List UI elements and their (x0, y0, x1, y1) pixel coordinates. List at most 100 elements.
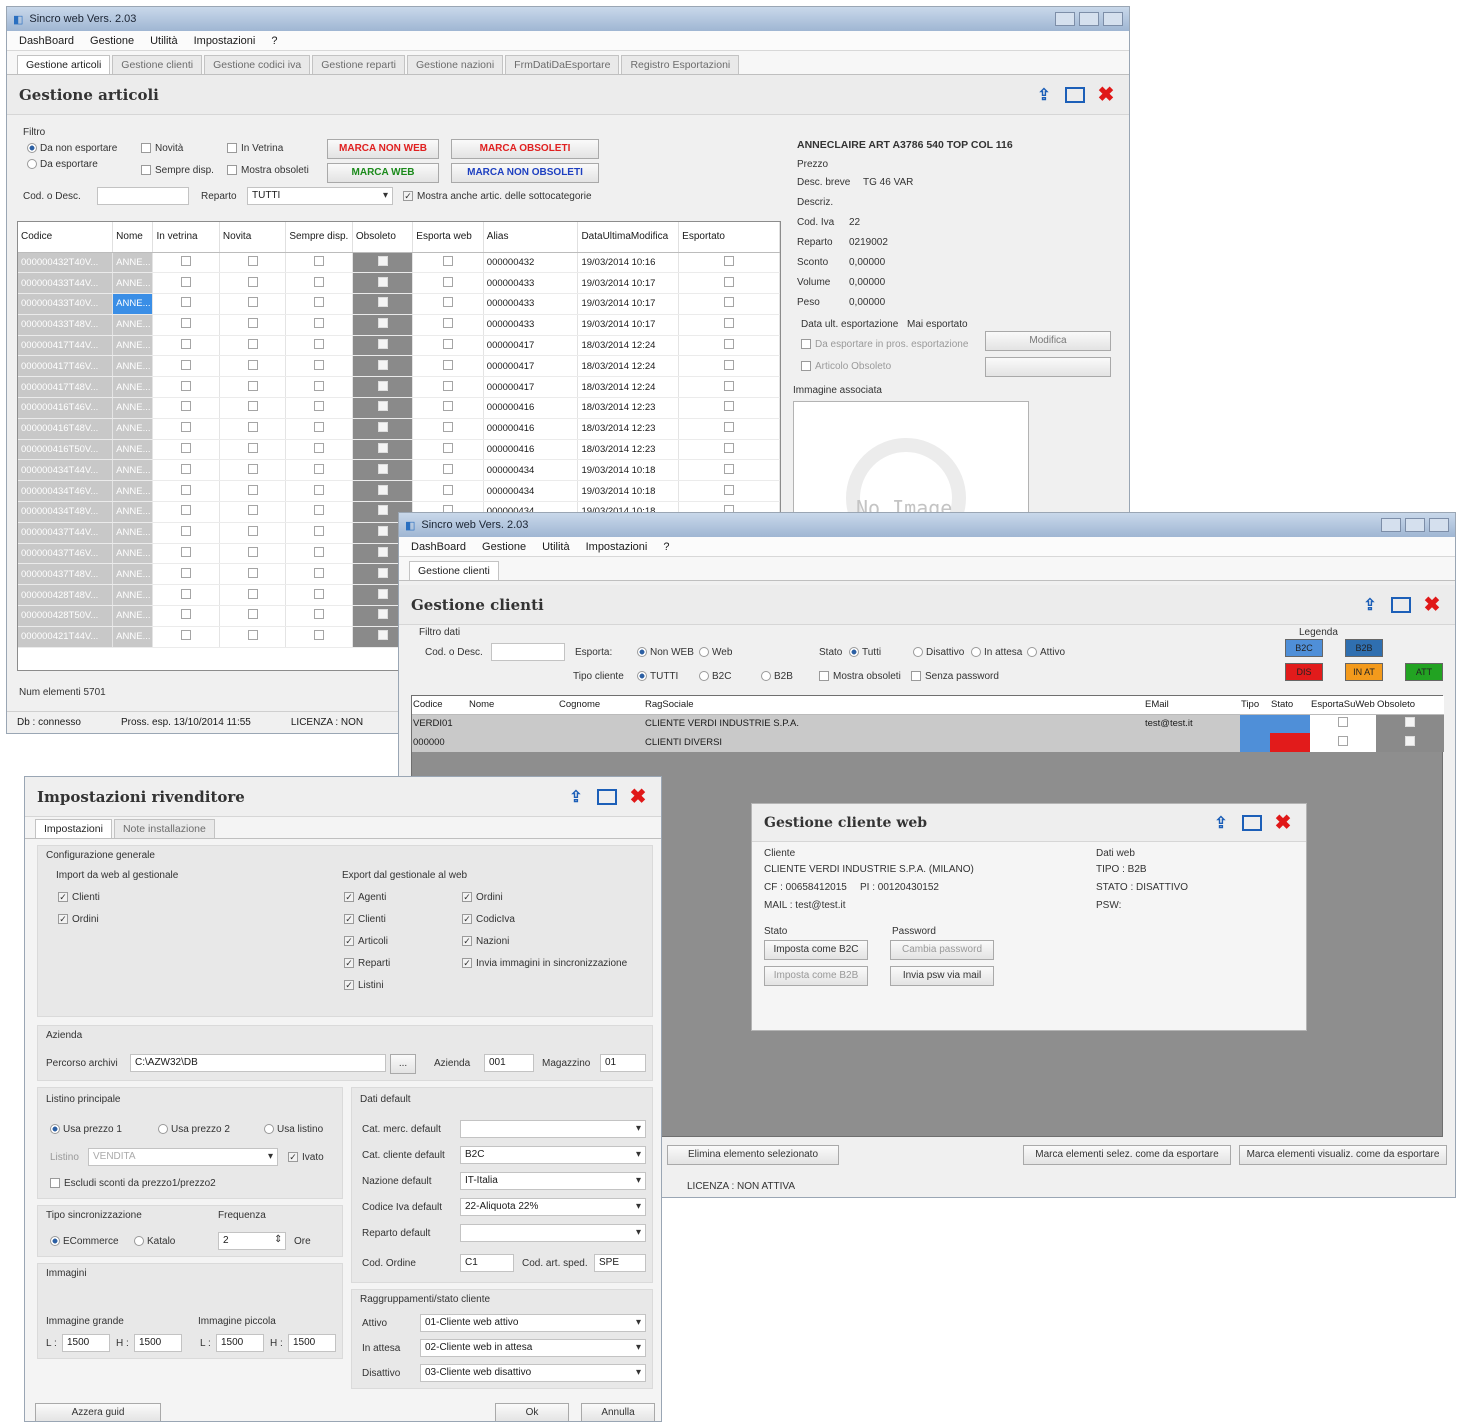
cell-obsoleto[interactable] (352, 355, 414, 378)
checkbox[interactable] (377, 318, 388, 329)
menu-help[interactable]: ? (663, 541, 669, 553)
checkbox[interactable] (181, 276, 192, 287)
menu-impostazioni[interactable]: Impostazioni (586, 541, 648, 553)
radio-stato-tutti[interactable]: Tutti (849, 647, 881, 658)
table-row[interactable]: 000000434T46V... ANNE... 000000434 19/03/20… (18, 480, 780, 503)
cell-checkbox[interactable] (285, 272, 353, 295)
checkbox[interactable] (181, 526, 192, 537)
checkbox[interactable] (181, 380, 192, 391)
checkbox[interactable] (181, 443, 192, 454)
checkbox[interactable] (247, 443, 258, 454)
checkbox[interactable] (377, 401, 388, 412)
col-nome[interactable]: Nome (468, 696, 558, 715)
col-tipo[interactable]: Tipo (1240, 696, 1270, 715)
checkbox[interactable] (443, 463, 454, 474)
menu-dashboard[interactable]: DashBoard (411, 541, 466, 553)
chk-mostra-obsoleti[interactable]: Mostra obsoleti (819, 671, 901, 682)
cell-checkbox[interactable] (285, 584, 353, 607)
marca-non-obsoleti-button[interactable]: MARCA NON OBSOLETI (451, 163, 599, 183)
img-grande-h-input[interactable]: 1500 (134, 1334, 182, 1352)
radio-stato-attivo[interactable]: Attivo (1027, 647, 1065, 658)
menu-help[interactable]: ? (271, 35, 277, 47)
checkbox[interactable] (247, 463, 258, 474)
checkbox[interactable] (247, 318, 258, 329)
cell-obsoleto[interactable] (352, 272, 414, 295)
col-ragsociale[interactable]: RagSociale (644, 696, 1144, 715)
col-codice[interactable]: Codice (18, 222, 114, 253)
col-esporta-su-web[interactable]: EsportaSuWeb (1310, 696, 1376, 715)
tab-gestione-clienti[interactable]: Gestione clienti (112, 55, 203, 74)
checkbox[interactable] (247, 339, 258, 350)
chk-export-item[interactable]: Reparti (344, 958, 390, 969)
checkbox[interactable] (443, 401, 454, 412)
maximize-icon[interactable] (1242, 814, 1262, 831)
cell-checkbox[interactable] (285, 439, 353, 461)
cell-checkbox[interactable] (152, 584, 220, 607)
raggr-select[interactable]: 02-Cliente web in attesa (420, 1339, 646, 1357)
img-piccola-h-input[interactable]: 1500 (288, 1334, 336, 1352)
checkbox[interactable] (724, 401, 735, 412)
cell-checkbox[interactable] (152, 501, 220, 523)
tab-note-installazione[interactable]: Note installazione (113, 819, 215, 838)
cell-esporta-web[interactable] (412, 376, 484, 399)
col-stato[interactable]: Stato (1270, 696, 1310, 715)
radio-stato-in-attesa[interactable]: In attesa (971, 647, 1022, 658)
tab-impostazioni[interactable]: Impostazioni (35, 819, 112, 838)
table-row[interactable]: 000000417T44V... ANNE... 000000417 18/03/20… (18, 335, 780, 357)
cell-checkbox[interactable] (219, 314, 287, 336)
cell-checkbox[interactable] (285, 543, 353, 565)
cell-checkbox[interactable] (152, 418, 220, 440)
checkbox[interactable] (247, 380, 258, 391)
checkbox[interactable] (377, 547, 388, 558)
cell-checkbox[interactable] (285, 397, 353, 419)
cell-esportato[interactable] (678, 480, 780, 503)
cell-esporta-web[interactable] (412, 335, 484, 357)
cell-checkbox[interactable] (285, 459, 353, 482)
checkbox[interactable] (314, 484, 325, 495)
cell-esporta-web[interactable] (412, 314, 484, 336)
img-piccola-l-input[interactable]: 1500 (216, 1334, 264, 1352)
menu-dashboard[interactable]: DashBoard (19, 35, 74, 47)
col-cognome[interactable]: Cognome (558, 696, 644, 715)
marca-obsoleti-button[interactable]: MARCA OBSOLETI (451, 139, 599, 159)
table-row[interactable]: 000000434T44V... ANNE... 000000434 19/03/20… (18, 459, 780, 482)
cell-esporta[interactable] (1310, 733, 1376, 752)
checkbox[interactable] (443, 443, 454, 454)
modifica-button[interactable]: Modifica (985, 331, 1111, 351)
checkbox[interactable] (443, 484, 454, 495)
close-window-button[interactable] (1103, 12, 1123, 26)
chk-senza-password[interactable]: Senza password (911, 671, 999, 682)
invia-password-button[interactable]: Invia psw via mail (890, 966, 994, 986)
checkbox[interactable] (181, 547, 192, 558)
cell-obsoleto[interactable] (352, 335, 414, 357)
cell-esporta-web[interactable] (412, 293, 484, 315)
cell-esporta-web[interactable] (412, 459, 484, 482)
checkbox[interactable] (377, 609, 388, 620)
checkbox[interactable] (181, 318, 192, 329)
annulla-button[interactable]: Annulla (581, 1403, 655, 1421)
cell-obsoleto[interactable] (352, 418, 414, 440)
img-grande-l-input[interactable]: 1500 (62, 1334, 110, 1352)
checkbox[interactable] (1405, 717, 1415, 728)
checkbox[interactable] (314, 588, 325, 599)
checkbox[interactable] (247, 484, 258, 495)
col-alias[interactable]: Alias (483, 222, 579, 253)
cell-checkbox[interactable] (152, 459, 220, 482)
checkbox[interactable] (377, 567, 388, 578)
default-select[interactable] (460, 1224, 646, 1242)
radio-usa-listino[interactable]: Usa listino (264, 1124, 323, 1135)
checkbox[interactable] (724, 484, 735, 495)
checkbox[interactable] (377, 443, 388, 454)
cell-obsoleto[interactable] (1376, 714, 1444, 733)
checkbox[interactable] (181, 484, 192, 495)
cell-obsoleto[interactable] (352, 480, 414, 503)
checkbox[interactable] (314, 443, 325, 454)
azzera-guid-button[interactable]: Azzera guid (35, 1403, 161, 1421)
marca-visual-button[interactable]: Marca elementi visualiz. come da esporta… (1239, 1145, 1447, 1165)
checkbox[interactable] (377, 359, 388, 370)
checkbox[interactable] (377, 588, 388, 599)
checkbox[interactable] (314, 339, 325, 350)
cell-obsoleto[interactable] (352, 376, 414, 399)
cell-checkbox[interactable] (285, 626, 353, 648)
cell-checkbox[interactable] (285, 480, 353, 503)
